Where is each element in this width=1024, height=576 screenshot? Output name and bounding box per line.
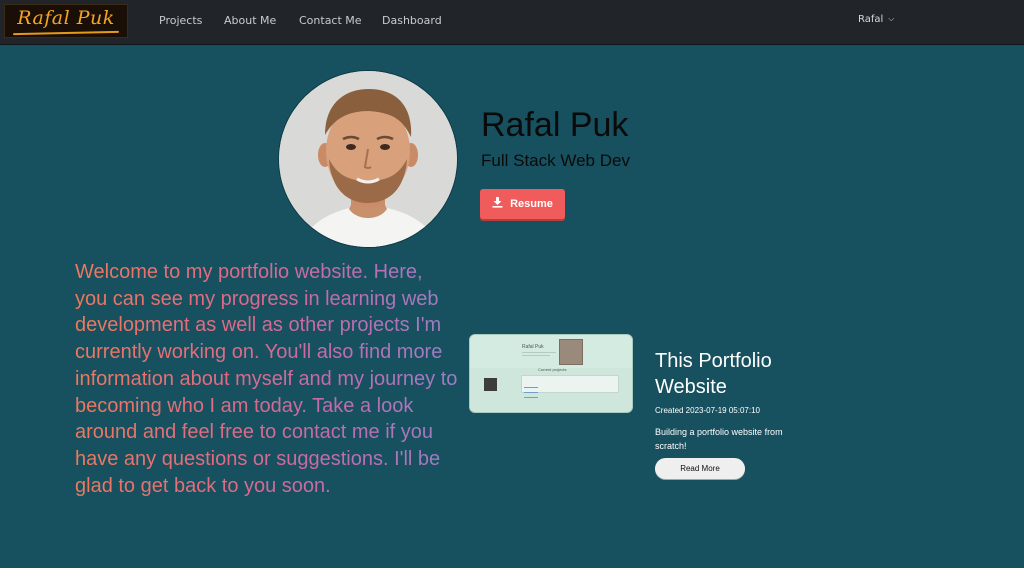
- thumbnail-photo: [559, 339, 583, 365]
- brand-underline: [12, 30, 120, 36]
- project-description: Building a portfolio website from scratc…: [655, 427, 783, 451]
- brand-logo-text: Rafal Puk: [17, 7, 115, 29]
- top-navbar: Rafal Puk Projects About Me Contact Me D…: [0, 0, 1024, 45]
- welcome-text: Welcome to my portfolio website. Here, y…: [75, 259, 460, 499]
- nav-link-dashboard[interactable]: Dashboard: [382, 14, 442, 27]
- thumbnail-name: Rafal Puk: [522, 344, 544, 350]
- hero-role: Full Stack Web Dev: [481, 151, 630, 170]
- thumbnail-box: [521, 375, 619, 393]
- thumbnail-link: [524, 387, 538, 388]
- profile-avatar: [278, 70, 458, 248]
- thumbnail-line: [522, 352, 556, 353]
- thumbnail-link: [524, 397, 538, 398]
- profile-photo: [279, 71, 457, 247]
- resume-button-label: Resume: [510, 198, 553, 210]
- download-icon: [492, 197, 503, 211]
- hero-name: Rafal Puk: [481, 106, 629, 144]
- nav-link-about-me[interactable]: About Me: [224, 14, 276, 27]
- resume-download-button[interactable]: Resume: [480, 189, 565, 219]
- page-bottom-strip: [0, 568, 1024, 576]
- read-more-button[interactable]: Read More: [655, 458, 745, 479]
- nav-link-projects[interactable]: Projects: [159, 14, 202, 27]
- thumbnail-section-label: Current projects: [538, 367, 567, 372]
- chevron-down-icon: ⌵: [888, 14, 895, 23]
- user-menu-label: Rafal: [858, 14, 884, 25]
- brand-logo[interactable]: Rafal Puk: [4, 4, 128, 38]
- thumbnail-icon: [484, 378, 497, 391]
- project-thumbnail[interactable]: Rafal Puk Current projects: [469, 334, 633, 413]
- thumbnail-link: [524, 392, 538, 393]
- project-title[interactable]: This Portfolio Website: [655, 348, 825, 400]
- user-menu-dropdown[interactable]: Rafal ⌵: [858, 14, 894, 25]
- nav-link-contact-me[interactable]: Contact Me: [299, 14, 362, 27]
- thumbnail-line: [522, 355, 550, 356]
- project-created-date: Created 2023-07-19 05:07:10: [655, 406, 760, 415]
